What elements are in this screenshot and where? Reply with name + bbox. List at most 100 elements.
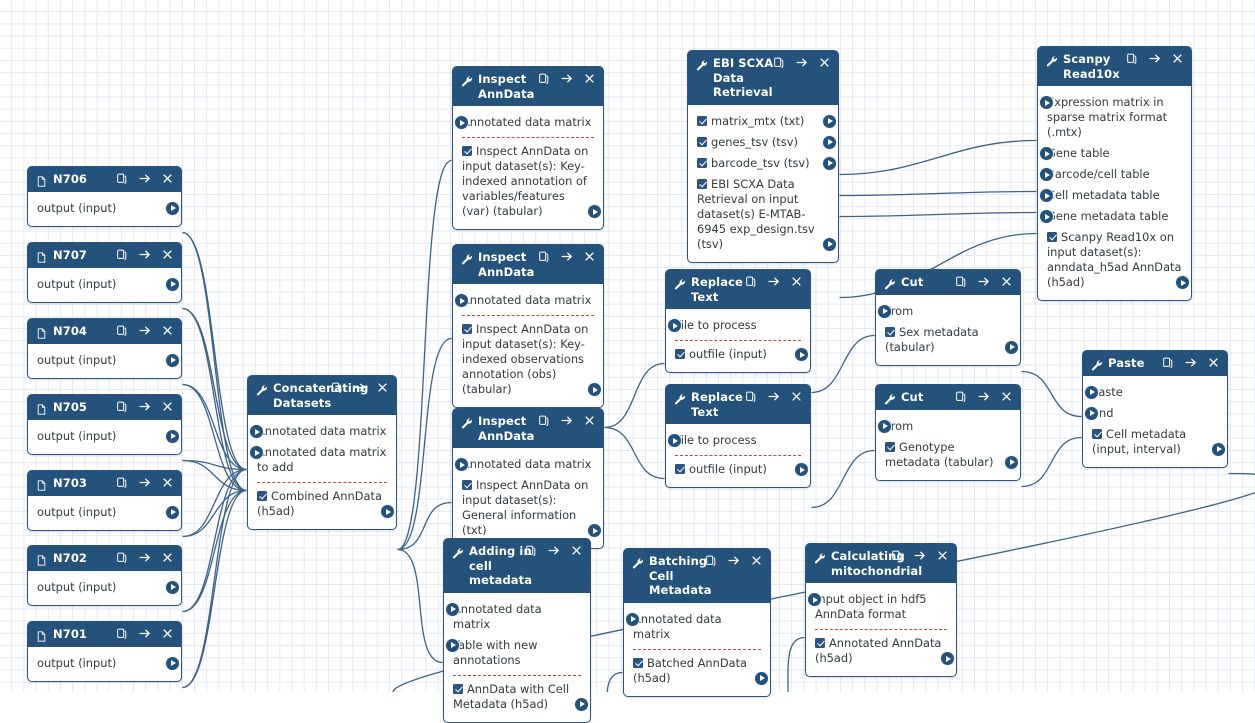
close-icon[interactable]: [162, 551, 174, 564]
close-icon[interactable]: [1208, 356, 1220, 369]
node-header[interactable]: Inspect AnnData: [453, 409, 603, 448]
output-connector[interactable]: [822, 113, 837, 129]
node-header[interactable]: Cut: [876, 385, 1020, 410]
arrow-right-icon[interactable]: [548, 544, 560, 557]
checked-checkbox-icon[interactable]: [675, 464, 685, 474]
output-connector[interactable]: [165, 504, 180, 520]
output-connector[interactable]: [1175, 275, 1190, 290]
duplicate-icon[interactable]: [116, 400, 128, 413]
arrow-right-icon[interactable]: [914, 549, 926, 562]
arrow-right-icon[interactable]: [139, 476, 151, 489]
duplicate-icon[interactable]: [116, 476, 128, 489]
checked-checkbox-icon[interactable]: [697, 136, 707, 147]
arrow-right-icon[interactable]: [768, 275, 780, 288]
arrow-right-icon[interactable]: [1185, 356, 1197, 369]
close-icon[interactable]: [937, 549, 949, 562]
close-icon[interactable]: [584, 250, 596, 263]
close-icon[interactable]: [162, 476, 174, 489]
output-connector[interactable]: [754, 670, 769, 686]
checked-checkbox-icon[interactable]: [885, 441, 895, 452]
output-connector[interactable]: [1004, 339, 1019, 355]
duplicate-icon[interactable]: [538, 414, 550, 427]
node-header[interactable]: Replace Text: [666, 385, 810, 424]
checked-checkbox-icon[interactable]: [257, 491, 267, 501]
node-header[interactable]: N701: [28, 622, 181, 647]
workflow-node-n705[interactable]: N705 output (input): [27, 394, 182, 455]
output-connector[interactable]: [165, 276, 180, 292]
checked-checkbox-icon[interactable]: [697, 178, 707, 189]
output-connector[interactable]: [587, 204, 602, 219]
duplicate-icon[interactable]: [745, 275, 757, 288]
input-connector[interactable]: [1039, 95, 1054, 110]
duplicate-icon[interactable]: [116, 248, 128, 261]
workflow-node-n707[interactable]: N707 output (input): [27, 242, 182, 303]
input-connector[interactable]: [1039, 167, 1054, 182]
duplicate-icon[interactable]: [116, 627, 128, 640]
input-connector[interactable]: [877, 303, 892, 319]
arrow-right-icon[interactable]: [768, 390, 780, 403]
close-icon[interactable]: [1001, 390, 1013, 403]
node-header[interactable]: Paste: [1083, 351, 1227, 376]
duplicate-icon[interactable]: [538, 250, 550, 263]
arrow-right-icon[interactable]: [978, 390, 990, 403]
output-connector[interactable]: [822, 134, 837, 150]
checked-checkbox-icon[interactable]: [633, 657, 643, 668]
input-connector[interactable]: [249, 445, 264, 460]
workflow-node-paste[interactable]: Paste Paste and Cell metadata (input, inter…: [1082, 350, 1228, 468]
close-icon[interactable]: [791, 390, 803, 403]
output-connector[interactable]: [1004, 454, 1019, 470]
output-connector[interactable]: [1211, 441, 1226, 457]
close-icon[interactable]: [1001, 275, 1013, 288]
close-icon[interactable]: [162, 248, 174, 261]
arrow-right-icon[interactable]: [139, 627, 151, 640]
output-connector[interactable]: [165, 352, 180, 368]
input-connector[interactable]: [454, 115, 469, 130]
arrow-right-icon[interactable]: [139, 172, 151, 185]
output-connector[interactable]: [574, 696, 589, 712]
arrow-right-icon[interactable]: [139, 400, 151, 413]
node-header[interactable]: N707: [28, 243, 181, 268]
close-icon[interactable]: [377, 381, 389, 394]
workflow-node-n704[interactable]: N704 output (input): [27, 318, 182, 379]
checked-checkbox-icon[interactable]: [462, 480, 472, 490]
duplicate-icon[interactable]: [1126, 52, 1138, 65]
input-connector[interactable]: [625, 611, 640, 627]
arrow-right-icon[interactable]: [978, 275, 990, 288]
close-icon[interactable]: [584, 72, 596, 85]
node-header[interactable]: Adding in cell metadata: [444, 539, 590, 593]
input-connector[interactable]: [445, 601, 460, 617]
checked-checkbox-icon[interactable]: [697, 115, 707, 126]
output-connector[interactable]: [794, 462, 809, 477]
input-connector[interactable]: [249, 424, 264, 439]
node-header[interactable]: N706: [28, 167, 181, 192]
duplicate-icon[interactable]: [891, 549, 903, 562]
close-icon[interactable]: [1172, 52, 1184, 65]
arrow-right-icon[interactable]: [139, 551, 151, 564]
duplicate-icon[interactable]: [116, 551, 128, 564]
node-header[interactable]: N705: [28, 395, 181, 420]
close-icon[interactable]: [819, 56, 831, 69]
node-header[interactable]: Inspect AnnData: [453, 67, 603, 106]
duplicate-icon[interactable]: [116, 324, 128, 337]
workflow-node-cut2[interactable]: Cut From Genotype metadata (tabular): [875, 384, 1021, 481]
input-connector[interactable]: [454, 293, 469, 308]
duplicate-icon[interactable]: [331, 381, 343, 394]
checked-checkbox-icon[interactable]: [697, 157, 707, 168]
input-connector[interactable]: [1084, 384, 1099, 400]
close-icon[interactable]: [162, 324, 174, 337]
arrow-right-icon[interactable]: [1149, 52, 1161, 65]
output-connector[interactable]: [380, 504, 395, 519]
output-connector[interactable]: [794, 347, 809, 362]
workflow-node-inspect_gen[interactable]: Inspect AnnData Annotated data matrix Insp…: [452, 408, 604, 549]
workflow-canvas[interactable]: N706 output (input) N707 output (input) N704…: [0, 0, 1255, 723]
node-header[interactable]: N704: [28, 319, 181, 344]
workflow-node-n703[interactable]: N703 output (input): [27, 470, 182, 531]
output-connector[interactable]: [165, 579, 180, 595]
arrow-right-icon[interactable]: [796, 56, 808, 69]
workflow-node-cut1[interactable]: Cut From Sex metadata (tabular): [875, 269, 1021, 366]
checked-checkbox-icon[interactable]: [1092, 428, 1102, 439]
input-connector[interactable]: [1084, 405, 1099, 421]
output-connector[interactable]: [822, 155, 837, 171]
checked-checkbox-icon[interactable]: [1047, 232, 1057, 242]
node-header[interactable]: Inspect AnnData: [453, 245, 603, 284]
